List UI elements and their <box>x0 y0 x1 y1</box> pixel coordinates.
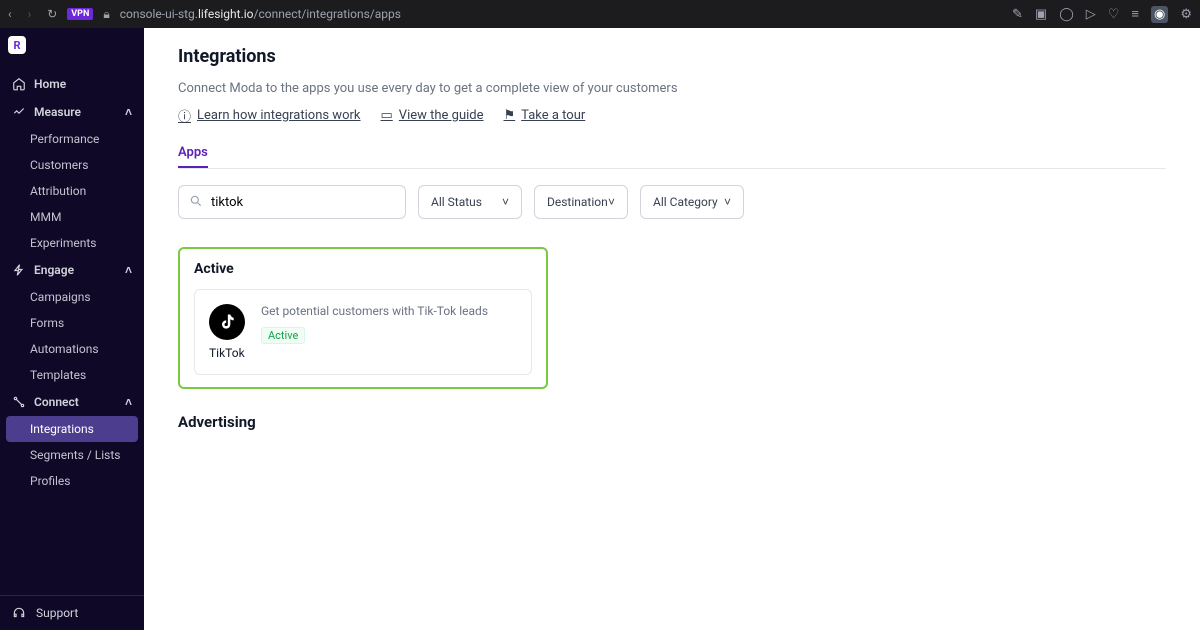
tab-apps[interactable]: Apps <box>178 139 208 168</box>
sidebar-item-performance[interactable]: Performance <box>0 126 144 152</box>
search-input[interactable] <box>211 195 395 210</box>
sidebar-support[interactable]: Support <box>0 595 144 630</box>
profile-icon[interactable]: ◉ <box>1151 6 1168 23</box>
filter-destination[interactable]: Destination ˅ <box>534 185 628 219</box>
page-subtitle: Connect Moda to the apps you use every d… <box>178 81 1166 96</box>
browser-nav-icons: ‹ › ↻ <box>8 7 57 21</box>
advertising-title: Advertising <box>178 413 1166 431</box>
home-icon <box>12 77 26 91</box>
tabs: Apps <box>178 139 1166 169</box>
connect-icon <box>12 395 26 409</box>
search-icon <box>189 193 203 212</box>
settings-icon[interactable]: ⚙︎ <box>1180 7 1192 22</box>
sidebar-item-templates[interactable]: Templates <box>0 362 144 388</box>
book-icon: ▭ <box>381 108 393 123</box>
camera-icon[interactable]: ▣ <box>1035 7 1047 22</box>
active-section-title: Active <box>194 261 532 277</box>
shield-icon[interactable]: ◯ <box>1059 7 1074 22</box>
filter-bar: All Status ˅ Destination ˅ All Category … <box>178 185 1166 219</box>
page-title: Integrations <box>178 46 1166 67</box>
heart-icon[interactable]: ♡ <box>1108 7 1120 22</box>
sidebar-item-home[interactable]: Home <box>0 70 144 98</box>
sidebar-section-connect[interactable]: Connect ˄ <box>0 388 144 416</box>
support-label: Support <box>36 606 78 620</box>
sidebar-item-experiments[interactable]: Experiments <box>0 230 144 256</box>
logo-row: R <box>0 28 144 62</box>
forward-icon[interactable]: › <box>28 7 32 21</box>
sidebar-item-segments[interactable]: Segments / Lists <box>0 442 144 468</box>
sidebar-section-engage[interactable]: Engage ˄ <box>0 256 144 284</box>
engage-icon <box>12 263 26 277</box>
filter-status-label: All Status <box>431 195 482 209</box>
filter-status[interactable]: All Status ˅ <box>418 185 522 219</box>
play-icon[interactable]: ▷ <box>1086 7 1096 22</box>
connect-label: Connect <box>34 395 79 409</box>
sidebar-section-measure[interactable]: Measure ˄ <box>0 98 144 126</box>
home-label: Home <box>34 77 66 91</box>
filter-category-label: All Category <box>653 195 718 209</box>
sidebar-item-attribution[interactable]: Attribution <box>0 178 144 204</box>
advertising-section: Advertising <box>178 413 1166 431</box>
lock-icon: 🔒︎ <box>103 7 109 22</box>
sidebar: R Home Measure ˄ Performance Customers A… <box>0 28 144 630</box>
sidebar-item-forms[interactable]: Forms <box>0 310 144 336</box>
browser-right-icons: ✎ ▣ ◯ ▷ ♡ ≡ ◉ ⚙︎ <box>1012 6 1192 23</box>
card-status-badge: Active <box>261 327 305 344</box>
url-bar[interactable]: console-ui-stg.lifesight.io/connect/inte… <box>120 7 1002 21</box>
sidebar-item-mmm[interactable]: MMM <box>0 204 144 230</box>
help-links: ⓘ Learn how integrations work ▭ View the g… <box>178 106 1166 125</box>
headset-icon <box>12 606 26 620</box>
chevron-up-icon: ˄ <box>125 263 132 277</box>
sidebar-item-profiles[interactable]: Profiles <box>0 468 144 494</box>
link-tour-label: Take a tour <box>521 108 585 123</box>
filter-category[interactable]: All Category ˅ <box>640 185 744 219</box>
link-learn[interactable]: ⓘ Learn how integrations work <box>178 106 361 125</box>
chevron-down-icon: ˅ <box>608 195 615 209</box>
browser-bar: ‹ › ↻ VPN 🔒︎ console-ui-stg.lifesight.io… <box>0 0 1200 28</box>
sidebar-item-integrations[interactable]: Integrations <box>6 416 138 442</box>
link-learn-label: Learn how integrations work <box>197 108 360 123</box>
filter-destination-label: Destination <box>547 195 608 209</box>
back-icon[interactable]: ‹ <box>8 7 12 21</box>
logo[interactable]: R <box>8 36 26 54</box>
link-guide[interactable]: ▭ View the guide <box>381 108 484 123</box>
sidebar-item-campaigns[interactable]: Campaigns <box>0 284 144 310</box>
chevron-down-icon: ˅ <box>502 195 509 209</box>
url-path: /connect/integrations/apps <box>254 7 401 21</box>
measure-icon <box>12 105 26 119</box>
chevron-up-icon: ˄ <box>125 395 132 409</box>
chevron-up-icon: ˄ <box>125 105 132 119</box>
play-circle-icon: ⓘ <box>178 106 191 125</box>
menu-icon[interactable]: ≡ <box>1131 6 1139 22</box>
engage-label: Engage <box>34 263 74 277</box>
url-prefix: console-ui-stg. <box>120 7 198 21</box>
card-name: TikTok <box>209 346 245 360</box>
url-domain: lifesight.io <box>198 7 254 21</box>
flag-icon: ⚑ <box>504 108 516 123</box>
sidebar-item-automations[interactable]: Automations <box>0 336 144 362</box>
edit-icon[interactable]: ✎ <box>1012 7 1023 22</box>
main-content: Integrations Connect Moda to the apps yo… <box>144 28 1200 630</box>
chevron-down-icon: ˅ <box>724 195 731 209</box>
tiktok-icon <box>209 304 245 340</box>
card-body: Get potential customers with Tik-Tok lea… <box>261 304 488 344</box>
active-section: Active TikTok Get potential customers wi… <box>178 247 548 389</box>
reload-icon[interactable]: ↻ <box>47 7 57 21</box>
measure-label: Measure <box>34 105 81 119</box>
link-tour[interactable]: ⚑ Take a tour <box>504 108 586 123</box>
sidebar-item-customers[interactable]: Customers <box>0 152 144 178</box>
link-guide-label: View the guide <box>399 108 484 123</box>
search-box[interactable] <box>178 185 406 219</box>
vpn-badge: VPN <box>67 8 93 20</box>
card-desc: Get potential customers with Tik-Tok lea… <box>261 304 488 318</box>
integration-card-tiktok[interactable]: TikTok Get potential customers with Tik-… <box>194 289 532 375</box>
sidebar-nav: Home Measure ˄ Performance Customers Att… <box>0 62 144 595</box>
